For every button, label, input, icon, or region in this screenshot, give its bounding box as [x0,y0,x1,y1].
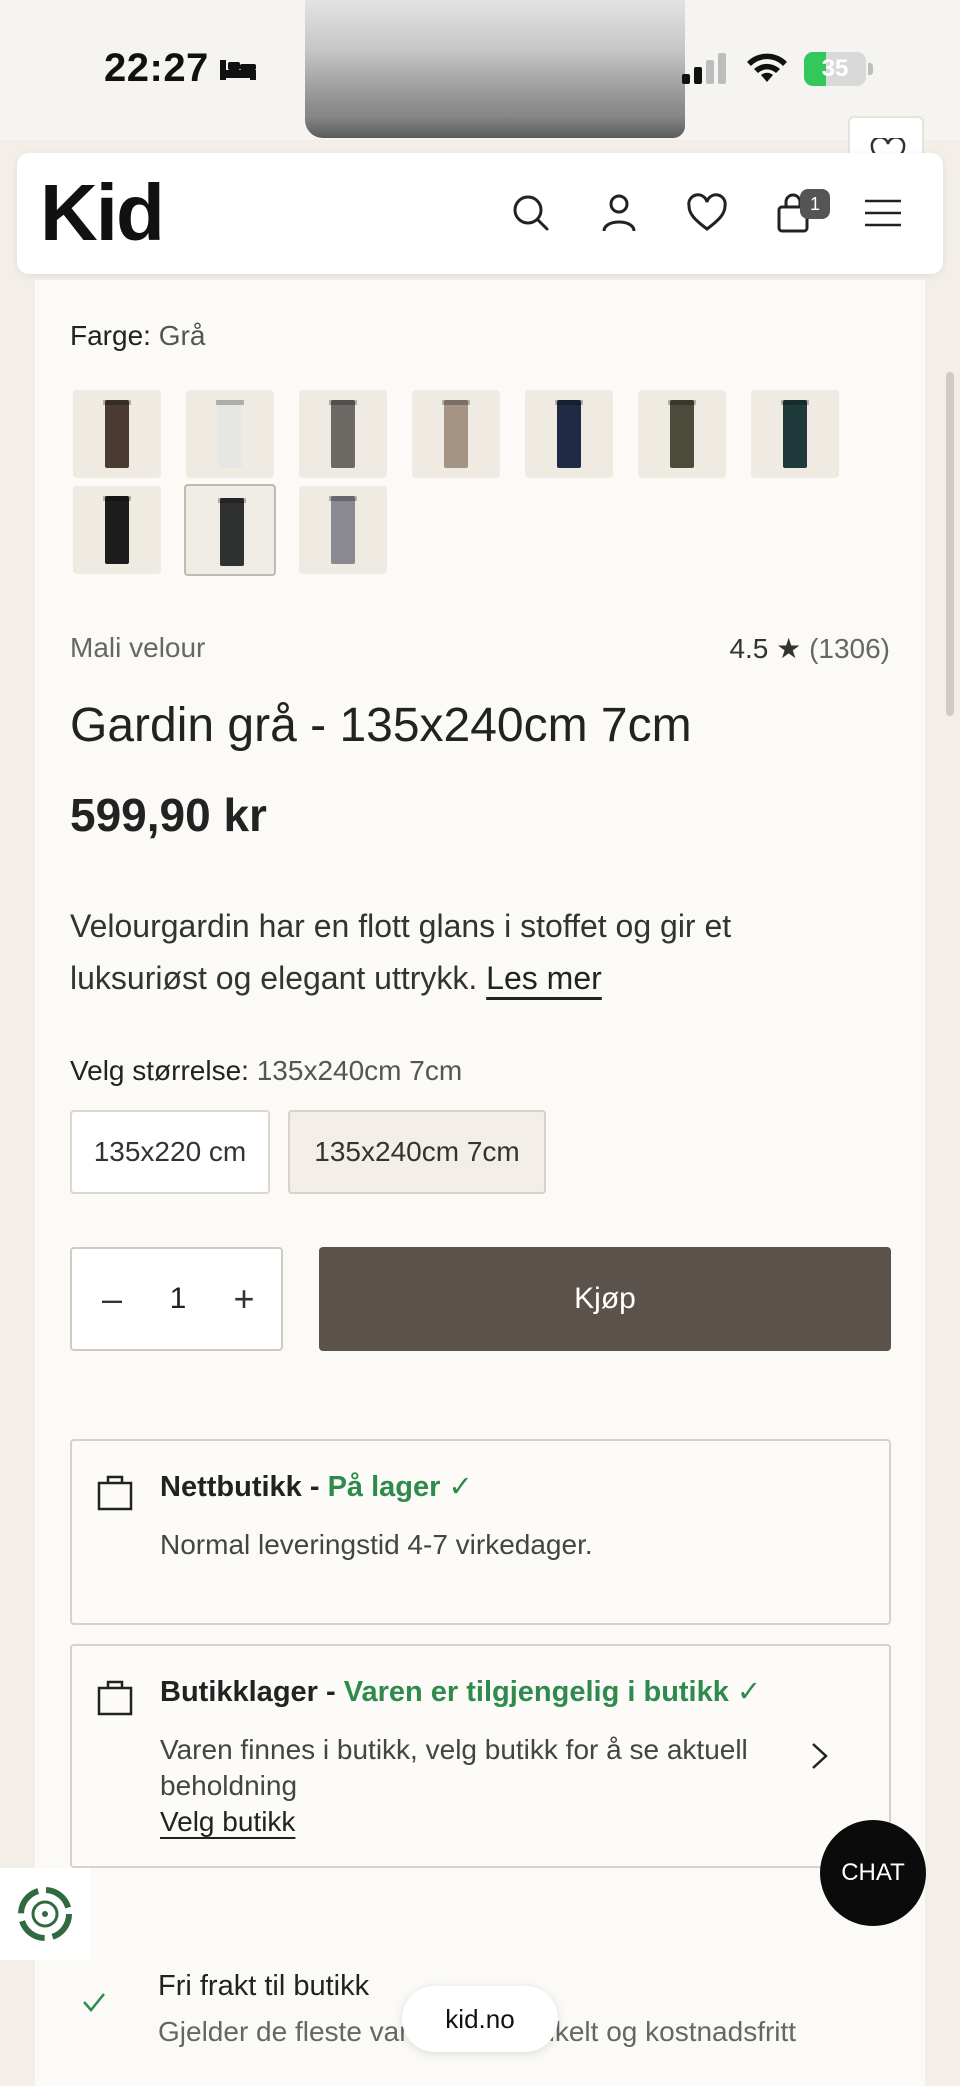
size-selector-label: Velg størrelse: 135x240cm 7cm [70,1055,463,1086]
battery-icon: 35 [804,52,874,86]
wishlist-icon[interactable] [685,191,729,235]
star-icon: ★ [776,633,802,664]
shopping-bag-icon [97,1475,133,1511]
search-icon[interactable] [509,191,553,235]
color-swatch-olive[interactable] [638,390,726,478]
scrollbar[interactable] [946,372,954,716]
cellular-signal-icon [682,53,726,84]
store-stock-status: Varen er tilgjengelig i butikk ✓ [343,1676,762,1708]
rating-value: 4.5 [729,633,769,664]
color-swatch-dark-grey-selected[interactable] [184,484,276,576]
quantity-stepper: – 1 + [70,1247,283,1351]
store-stock-title: Butikklager - Varen er tilgjengelig i bu… [160,1676,762,1708]
eco-badge[interactable] [0,1868,90,1960]
menu-icon[interactable] [861,191,905,235]
buy-button[interactable]: Kjøp [319,1247,891,1351]
size-option-135x240-selected[interactable]: 135x240cm 7cm [288,1110,546,1194]
color-selector-label: Farge: Grå [70,320,206,351]
brand-name[interactable]: Mali velour [70,632,205,664]
chevron-right-icon[interactable] [808,1736,832,1776]
color-swatch-black[interactable] [73,486,161,574]
color-swatch-teal[interactable] [751,390,839,478]
size-option-135x220[interactable]: 135x220 cm [70,1110,270,1194]
store-stock-box[interactable]: Butikklager - Varen er tilgjengelig i bu… [70,1644,891,1868]
site-header: Kid 1 [17,153,943,274]
color-swatch-navy[interactable] [525,390,613,478]
color-swatch-brown[interactable] [73,390,161,478]
rating-count: (1306) [809,633,890,664]
chat-button[interactable]: CHAT [820,1820,926,1926]
read-more-link[interactable]: Les mer [486,960,602,996]
brand-rating-row: Mali velour 4.5 ★ (1306) [70,632,890,672]
color-swatch-light-grey[interactable] [299,486,387,574]
quantity-decrease-button[interactable]: – [92,1279,132,1319]
cart-count-badge: 1 [800,189,830,219]
wifi-icon [747,53,787,82]
battery-percent: 35 [821,55,849,82]
selected-color: Grå [158,320,206,351]
product-details: Farge: Grå Mali velour 4.5 ★ (1306) Gard… [35,280,925,2086]
color-swatch-white[interactable] [186,390,274,478]
product-title: Gardin grå - 135x240cm 7cm [70,699,692,752]
online-stock-status: På lager ✓ [327,1471,473,1503]
usp-title: Fri frakt til butikk [158,1970,370,2002]
product-description: Velourgardin har en flott glans i stoffe… [70,908,732,996]
quantity-value[interactable]: 1 [158,1279,198,1319]
account-icon[interactable] [597,191,641,235]
kid-logo[interactable]: Kid [40,173,165,253]
shopping-bag-icon [97,1680,133,1716]
color-swatch-grey[interactable] [299,390,387,478]
online-stock-box: Nettbutikk - På lager ✓ Normal leverings… [70,1439,891,1625]
status-bar: 22:27 35 [0,0,960,140]
selected-size: 135x240cm 7cm [256,1055,463,1086]
product-price: 599,90 kr [70,789,267,841]
sleep-mode-icon [220,60,256,80]
choose-store-link[interactable]: Velg butikk [160,1806,295,1837]
recycle-icon [18,1887,72,1941]
quantity-increase-button[interactable]: + [224,1279,264,1319]
store-stock-text: Varen finnes i butikk, velg butikk for å… [160,1734,748,1837]
online-delivery-text: Normal leveringstid 4-7 virkedager. [160,1529,593,1560]
browser-address-bar[interactable]: kid.no [402,1986,558,2052]
status-time: 22:27 [104,46,209,90]
product-rating[interactable]: 4.5 ★ (1306) [729,632,890,665]
color-swatch-beige[interactable] [412,390,500,478]
online-stock-title: Nettbutikk - På lager ✓ [160,1471,473,1503]
check-icon [83,1993,105,2012]
